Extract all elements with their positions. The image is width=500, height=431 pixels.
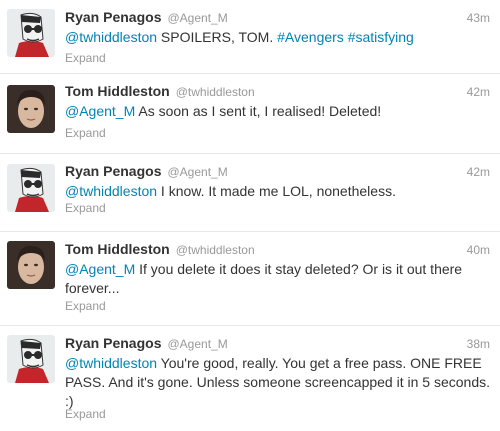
cartoon-avatar-icon [7,9,55,57]
tweet-text: @twhiddleston I know. It made me LOL, no… [65,182,490,201]
photo-avatar-icon [7,85,55,133]
cartoon-avatar[interactable] [7,164,55,212]
cartoon-avatar[interactable] [7,9,55,57]
tweet-text: @twhiddleston SPOILERS, TOM. #Avengers #… [65,28,490,47]
tweet-text-segment: SPOILERS, TOM. [157,29,278,45]
author-name[interactable]: Tom Hiddleston [65,83,170,99]
tweet-text: @Agent_M If you delete it does it stay d… [65,260,490,298]
mention-link[interactable]: @twhiddleston [65,183,157,199]
author-handle[interactable]: @twhiddleston [176,243,255,257]
author-handle[interactable]: @Agent_M [167,165,227,179]
hashtag-link[interactable]: #Avengers [277,29,344,45]
cartoon-avatar-icon [7,164,55,212]
tweet-header: Ryan Penagos @Agent_M [65,335,228,353]
tweet-header: Tom Hiddleston @twhiddleston [65,83,255,101]
cartoon-avatar[interactable] [7,335,55,383]
tweet-item[interactable]: Ryan Penagos @Agent_M 42m @twhiddleston I… [0,154,500,232]
expand-link[interactable]: Expand [65,299,106,313]
author-name[interactable]: Ryan Penagos [65,9,161,25]
hashtag-link[interactable]: #satisfying [348,29,414,45]
author-handle[interactable]: @twhiddleston [176,85,255,99]
tweet-timestamp[interactable]: 42m [467,85,490,99]
tweet-item[interactable]: Ryan Penagos @Agent_M 43m @twhiddleston S… [0,0,500,74]
tweet-timestamp[interactable]: 40m [467,243,490,257]
author-handle[interactable]: @Agent_M [167,337,227,351]
mention-link[interactable]: @twhiddleston [65,355,157,371]
tweet-text: @Agent_M As soon as I sent it, I realise… [65,102,490,121]
tweet-timestamp[interactable]: 42m [467,165,490,179]
author-name[interactable]: Ryan Penagos [65,163,161,179]
mention-link[interactable]: @Agent_M [65,261,135,277]
tweet-header: Tom Hiddleston @twhiddleston [65,241,255,259]
author-name[interactable]: Ryan Penagos [65,335,161,351]
photo-avatar-icon [7,241,55,289]
tweet-timestamp[interactable]: 38m [467,337,490,351]
cartoon-avatar-icon [7,335,55,383]
mention-link[interactable]: @Agent_M [65,103,135,119]
photo-avatar[interactable] [7,85,55,133]
tweet-item[interactable]: Tom Hiddleston @twhiddleston 42m @Agent_M… [0,74,500,154]
mention-link[interactable]: @twhiddleston [65,29,157,45]
expand-link[interactable]: Expand [65,126,106,140]
tweet-header: Ryan Penagos @Agent_M [65,9,228,27]
photo-avatar[interactable] [7,241,55,289]
tweet-header: Ryan Penagos @Agent_M [65,163,228,181]
expand-link[interactable]: Expand [65,407,106,421]
tweet-text: @twhiddleston You're good, really. You g… [65,354,490,411]
tweet-text-segment: I know. It made me LOL, nonetheless. [157,183,396,199]
tweet-timestamp[interactable]: 43m [467,11,490,25]
expand-link[interactable]: Expand [65,51,106,65]
author-name[interactable]: Tom Hiddleston [65,241,170,257]
tweet-item[interactable]: Tom Hiddleston @twhiddleston 40m @Agent_M… [0,232,500,326]
expand-link[interactable]: Expand [65,201,106,215]
author-handle[interactable]: @Agent_M [167,11,227,25]
tweet-timeline: Ryan Penagos @Agent_M 43m @twhiddleston S… [0,0,500,431]
tweet-item[interactable]: Ryan Penagos @Agent_M 38m @twhiddleston Y… [0,326,500,431]
tweet-text-segment: As soon as I sent it, I realised! Delete… [135,103,382,119]
